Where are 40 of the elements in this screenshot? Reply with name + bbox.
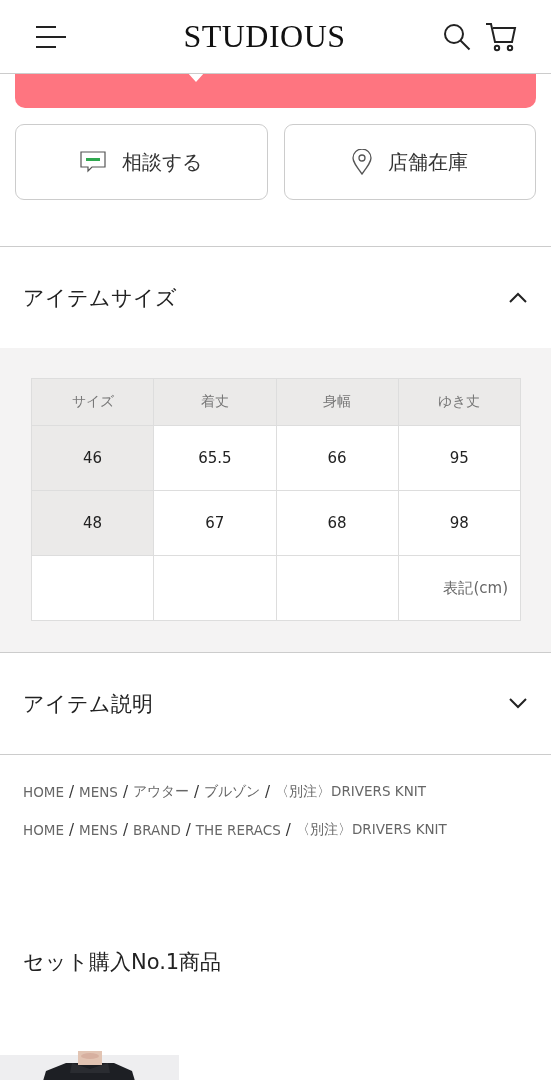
breadcrumb-link[interactable]: BRAND (132, 822, 181, 838)
column-header: 着丈 (153, 378, 276, 426)
breadcrumb-separator: / (193, 783, 199, 801)
breadcrumb-separator: / (68, 821, 75, 839)
table-cell: 67 (153, 490, 276, 556)
unit-note: 表記(cm) (443, 578, 508, 597)
breadcrumb-separator: / (68, 783, 75, 801)
breadcrumb-link[interactable]: HOME (23, 822, 64, 838)
map-pin-icon (351, 149, 372, 175)
table-cell: 66 (276, 425, 399, 491)
breadcrumb-link[interactable]: 〈別注〉DRIVERS KNIT (275, 783, 427, 801)
chat-bubble-icon (80, 151, 107, 173)
breadcrumb-link[interactable]: MENS (79, 784, 118, 800)
consult-button[interactable]: 相談する (15, 124, 268, 200)
breadcrumb-separator: / (285, 821, 291, 839)
breadcrumb-link[interactable]: ブルゾン (204, 783, 260, 801)
breadcrumb-link[interactable]: HOME (23, 784, 64, 800)
column-header: ゆき丈 (398, 378, 521, 426)
table-cell: 46 (31, 425, 154, 491)
table-cell: 95 (398, 425, 521, 491)
cart-icon[interactable] (485, 21, 517, 52)
section-title: セット購入No.1商品 (23, 949, 223, 976)
breadcrumb-link[interactable]: 〈別注〉DRIVERS KNIT (295, 821, 447, 839)
breadcrumb-separator: / (185, 821, 191, 839)
store-stock-button[interactable]: 店舗在庫 (283, 124, 536, 200)
table-cell: 68 (276, 490, 399, 556)
search-icon[interactable] (443, 22, 471, 51)
menu-icon[interactable] (34, 24, 66, 49)
breadcrumb-separator: / (122, 783, 128, 801)
column-header: 身幅 (276, 378, 399, 426)
breadcrumb-separator: / (265, 783, 271, 801)
table-cell: 98 (398, 490, 521, 556)
logo[interactable]: STUDIOUS (66, 18, 443, 55)
table-cell: 48 (31, 490, 154, 556)
table-cell: 65.5 (153, 425, 276, 491)
breadcrumb-link[interactable]: THE RERACS (195, 822, 281, 838)
breadcrumb-separator: / (122, 821, 128, 839)
breadcrumb-link[interactable]: MENS (79, 822, 118, 838)
column-header: サイズ (31, 378, 154, 426)
breadcrumb-link[interactable]: アウター (132, 783, 189, 801)
